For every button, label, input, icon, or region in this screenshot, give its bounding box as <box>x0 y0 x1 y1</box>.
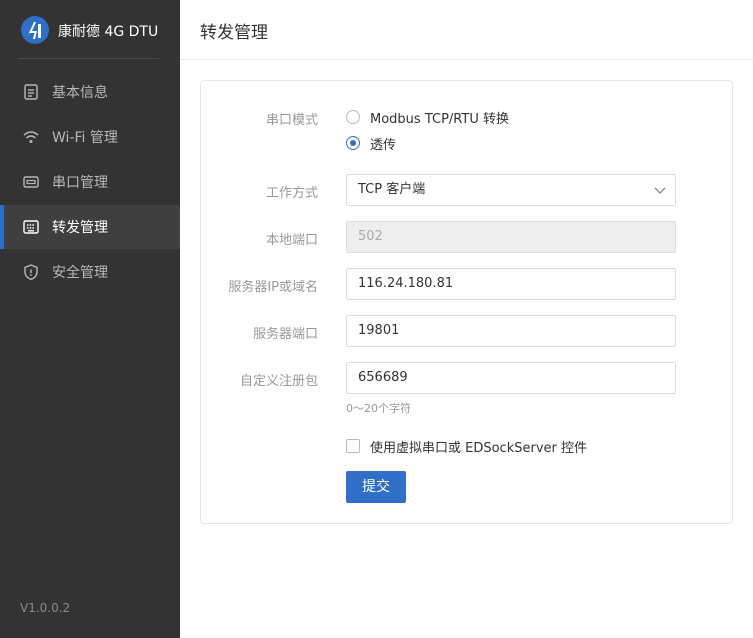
header: 转发管理 <box>180 0 753 60</box>
serial-mode-label: 串口模式 <box>265 113 318 128</box>
chevron-down-icon <box>654 187 666 194</box>
server-ip-label: 服务器IP或域名 <box>228 280 318 295</box>
sidebar-item-label: 转发管理 <box>52 220 108 236</box>
submit-button[interactable]: 提交 <box>346 471 406 503</box>
keyboard-icon <box>23 220 39 234</box>
sidebar-item-label: Wi-Fi 管理 <box>52 130 118 146</box>
virtual-serial-label[interactable]: 使用虚拟串口或 EDSockServer 控件 <box>370 437 587 456</box>
work-mode-select[interactable]: TCP 客户端 <box>346 174 676 206</box>
active-indicator <box>0 205 4 249</box>
sidebar-item-forwarding[interactable]: 转发管理 <box>0 205 180 249</box>
server-ip-input[interactable]: 116.24.180.81 <box>346 268 676 300</box>
radio-transparent-label[interactable]: 透传 <box>370 134 396 153</box>
sidebar: 康耐德 4G DTU 基本信息 Wi-Fi 管理 串口管理 转发管理 安全管理 … <box>0 0 180 638</box>
register-packet-input[interactable]: 656689 <box>346 362 676 394</box>
shield-icon <box>24 264 38 281</box>
work-mode-value: TCP 客户端 <box>358 182 426 197</box>
sidebar-item-label: 串口管理 <box>52 175 108 191</box>
wifi-icon <box>23 131 39 143</box>
serial-port-icon <box>23 176 39 188</box>
sidebar-item-wifi[interactable]: Wi-Fi 管理 <box>0 115 180 159</box>
local-port-input: 502 <box>346 221 676 253</box>
brand-logo-icon <box>21 16 49 44</box>
local-port-label: 本地端口 <box>265 233 318 248</box>
virtual-serial-checkbox[interactable] <box>346 439 360 453</box>
radio-modbus-label[interactable]: Modbus TCP/RTU 转换 <box>370 108 509 127</box>
page-title: 转发管理 <box>200 23 268 43</box>
server-port-input[interactable]: 19801 <box>346 315 676 347</box>
sidebar-item-security[interactable]: 安全管理 <box>0 250 180 294</box>
work-mode-label: 工作方式 <box>265 186 318 201</box>
version-label: V1.0.0.2 <box>20 601 71 615</box>
register-packet-hint: 0～20个字符 <box>346 402 411 415</box>
radio-transparent[interactable] <box>346 136 360 150</box>
sidebar-item-serial[interactable]: 串口管理 <box>0 160 180 204</box>
server-port-label: 服务器端口 <box>252 327 318 342</box>
brand: 康耐德 4G DTU <box>18 13 159 59</box>
register-packet-label: 自定义注册包 <box>239 374 318 389</box>
document-icon <box>24 84 38 100</box>
forwarding-form: 串口模式 Modbus TCP/RTU 转换 透传 工作方式 TCP 客户端 本… <box>200 80 733 524</box>
sidebar-item-label: 基本信息 <box>52 85 108 101</box>
sidebar-item-basic-info[interactable]: 基本信息 <box>0 70 180 114</box>
brand-title: 康耐德 4G DTU <box>58 24 159 40</box>
sidebar-item-label: 安全管理 <box>52 265 108 281</box>
radio-modbus[interactable] <box>346 110 360 124</box>
